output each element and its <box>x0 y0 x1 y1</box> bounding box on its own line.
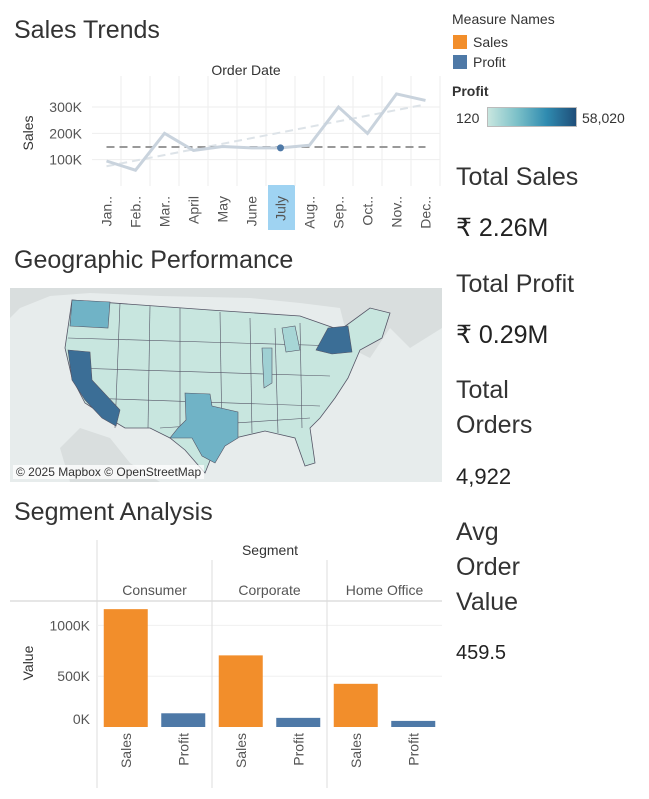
legend-label-sales: Sales <box>473 34 509 50</box>
total-orders-label-line1: Total <box>456 376 509 404</box>
map-attribution[interactable]: © 2025 Mapbox © OpenStreetMap <box>13 465 205 479</box>
bar-sales-corporate[interactable] <box>218 655 263 727</box>
legend-label-profit: Profit <box>473 54 506 70</box>
sales-trends-title: Sales Trends <box>14 16 160 44</box>
profit-legend-min: 120 <box>456 110 480 126</box>
state-illinois[interactable] <box>261 347 273 389</box>
bar-sales-home-office[interactable] <box>333 683 378 727</box>
total-sales-label: Total Sales <box>456 163 579 191</box>
us-map[interactable]: © 2025 Mapbox © OpenStreetMap <box>10 288 442 482</box>
x-tick-label-nov[interactable]: Nov.. <box>389 196 405 228</box>
legend-item-sales[interactable]: Sales <box>453 34 508 50</box>
group-label-consumer: Consumer <box>122 582 187 598</box>
x-tick-label-mar[interactable]: Mar.. <box>157 196 173 227</box>
x-tick-label-jan[interactable]: Jan.. <box>99 196 115 226</box>
x-tick-label-june[interactable]: June <box>244 196 260 227</box>
group-label-corporate: Corporate <box>238 582 300 598</box>
segment-bar-chart[interactable]: Segment 0K 500K 1000K Value Consumer Sales Prof… <box>0 538 445 790</box>
bar-profit-consumer[interactable] <box>161 713 206 727</box>
avg-order-label-line3: Value <box>456 588 519 616</box>
x-tick-label-dec[interactable]: Dec.. <box>418 196 434 229</box>
line-chart-title: Order Date <box>211 62 280 78</box>
bar-y-tick-label: 500K <box>57 668 90 684</box>
y-tick-label: 100K <box>49 152 82 168</box>
x-tick-label-april[interactable]: April <box>186 196 202 224</box>
x-tick-label-aug[interactable]: Aug.. <box>302 196 318 229</box>
profit-legend-title: Profit <box>452 83 489 99</box>
bar-x-label-profit: Profit <box>175 733 191 766</box>
bar-sales-consumer[interactable] <box>103 609 148 727</box>
profit-gradient-bar <box>487 107 577 127</box>
bar-x-label-sales: Sales <box>233 733 249 768</box>
x-tick-label-may[interactable]: May <box>215 196 231 222</box>
geographic-performance-title: Geographic Performance <box>14 246 294 274</box>
avg-order-value: 459.5 <box>456 642 507 664</box>
y-tick-label: 200K <box>49 125 82 141</box>
x-tick-label-feb[interactable]: Feb.. <box>128 196 144 228</box>
bar-y-tick-label: 1000K <box>50 617 91 633</box>
bar-x-label-profit: Profit <box>290 733 306 766</box>
avg-order-label-line2: Order <box>456 553 520 581</box>
segment-analysis-title: Segment Analysis <box>14 498 213 526</box>
bar-chart-title: Segment <box>242 542 298 558</box>
profit-legend-max: 58,020 <box>582 110 625 126</box>
avg-order-label: Avg Order Value <box>456 515 520 620</box>
bar-y-axis-label: Value <box>20 645 36 680</box>
bar-x-label-profit: Profit <box>405 733 421 766</box>
sales-swatch <box>453 35 467 49</box>
total-profit-label: Total Profit <box>456 270 575 298</box>
bar-x-label-sales: Sales <box>348 733 364 768</box>
total-sales-value: ₹ 2.26M <box>456 214 549 242</box>
sales-trend-line-chart[interactable]: Order Date 100K 200K 300K Sales Jan.. Feb.. Mar… <box>0 56 445 236</box>
avg-order-label-line1: Avg <box>456 518 499 546</box>
total-orders-label-line2: Orders <box>456 411 533 439</box>
state-washington[interactable] <box>69 299 111 329</box>
total-orders-label: Total Orders <box>456 373 532 443</box>
us-map-graphic <box>10 288 442 482</box>
x-tick-label-july[interactable]: July <box>273 196 289 221</box>
bar-profit-corporate[interactable] <box>276 717 321 727</box>
total-orders-value: 4,922 <box>456 464 512 489</box>
total-profit-value: ₹ 0.29M <box>456 321 549 349</box>
bar-y-tick-label: 0K <box>73 711 91 727</box>
bar-profit-home-office[interactable] <box>391 720 436 727</box>
selected-point-marker[interactable] <box>277 144 284 152</box>
measure-names-legend-title: Measure Names <box>452 11 555 27</box>
line-y-axis-label: Sales <box>20 115 36 150</box>
legend-item-profit[interactable]: Profit <box>453 54 506 70</box>
group-label-home-office: Home Office <box>346 582 424 598</box>
profit-swatch <box>453 55 467 69</box>
x-tick-label-sep[interactable]: Sep.. <box>331 196 347 229</box>
bar-x-label-sales: Sales <box>118 733 134 768</box>
y-tick-label: 300K <box>49 99 82 115</box>
x-tick-label-oct[interactable]: Oct.. <box>360 196 376 226</box>
